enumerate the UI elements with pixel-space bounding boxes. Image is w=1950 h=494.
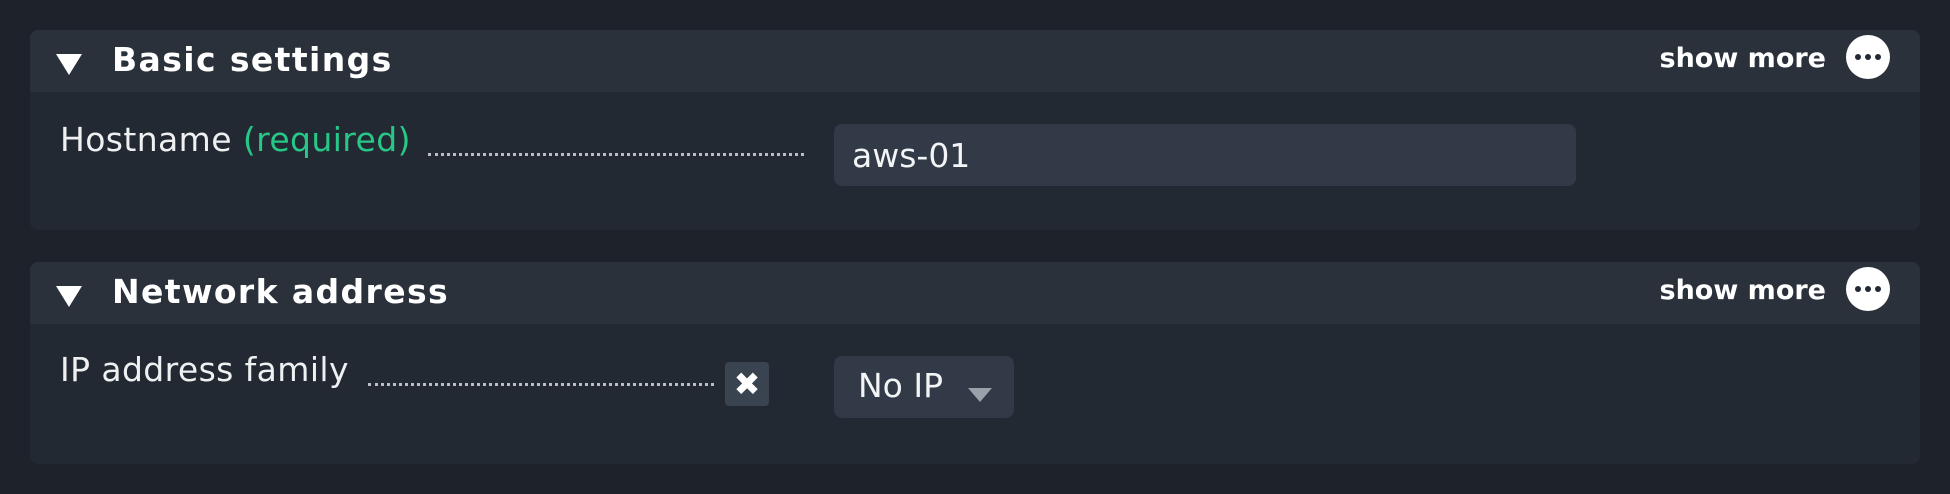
basic-settings-header[interactable]: Basic settings show more	[30, 30, 1920, 92]
network-address-panel: Network address show more IP address fam…	[30, 262, 1920, 464]
network-address-header[interactable]: Network address show more	[30, 262, 1920, 324]
ip-address-family-label: IP address family	[60, 350, 349, 389]
network-show-more-link[interactable]: show more	[1660, 274, 1827, 308]
hostname-label: Hostname (required)	[60, 120, 411, 160]
ip-family-select[interactable]: No IP	[834, 356, 1014, 418]
basic-settings-panel: Basic settings show more Hostname (requi…	[30, 30, 1920, 230]
page: Basic settings show more Hostname (requi…	[0, 0, 1950, 494]
required-marker: (required)	[242, 120, 411, 159]
basic-settings-title: Basic settings	[112, 40, 393, 79]
collapse-triangle-icon[interactable]	[56, 286, 82, 307]
more-options-icon[interactable]	[1846, 35, 1890, 79]
hostname-input[interactable]	[834, 124, 1576, 186]
more-options-icon[interactable]	[1846, 267, 1890, 311]
hostname-dot-leader	[428, 153, 804, 156]
ellipsis-icon	[1855, 286, 1881, 292]
ellipsis-icon	[1855, 54, 1881, 60]
chevron-down-icon	[968, 388, 992, 402]
hostname-label-text: Hostname	[60, 120, 232, 159]
remove-toggle-icon[interactable]: ✖	[725, 362, 769, 406]
network-address-title: Network address	[112, 272, 450, 311]
ip-family-dot-leader	[368, 383, 714, 386]
ip-family-select-value: No IP	[858, 366, 943, 405]
collapse-triangle-icon[interactable]	[56, 54, 82, 75]
basic-show-more-link[interactable]: show more	[1660, 42, 1827, 76]
